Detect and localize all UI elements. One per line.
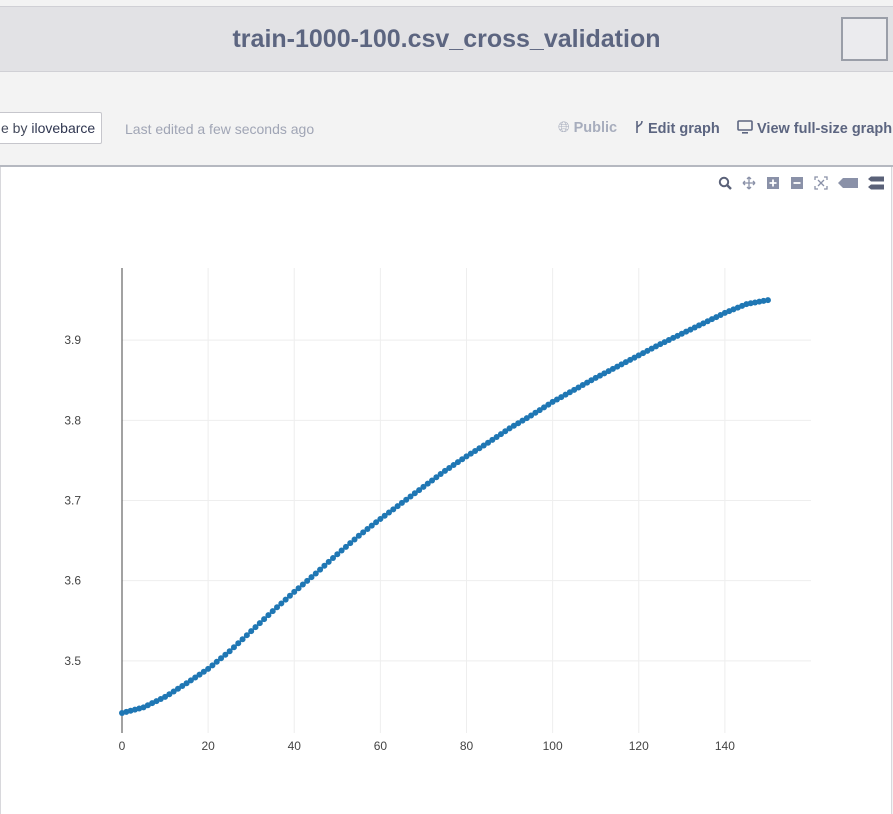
edit-graph-link[interactable]: Edit graph <box>635 120 720 138</box>
title-bar: train-1000-100.csv_cross_validation <box>0 6 893 72</box>
data-point[interactable] <box>764 297 771 304</box>
x-tick-label: 40 <box>288 739 302 753</box>
x-tick-label: 100 <box>543 739 563 753</box>
y-tick-label: 3.6 <box>64 574 81 588</box>
page-title: train-1000-100.csv_cross_validation <box>232 25 661 53</box>
view-full-size-link[interactable]: View full-size graph <box>737 120 892 138</box>
x-tick-label: 80 <box>460 739 474 753</box>
line-chart[interactable]: 0 20 40 60 80 100 120 140 3.5 3.6 3.7 3.8 3.9 <box>1 167 891 814</box>
public-label: Public <box>573 120 618 136</box>
y-tick-label: 3.5 <box>64 654 81 668</box>
x-tick-label: 120 <box>629 739 649 753</box>
last-edited-text: Last edited a few seconds ago <box>125 121 315 137</box>
plot-area: 0 20 40 60 80 100 120 140 3.5 3.6 3.7 3.8 3.9 <box>0 167 892 814</box>
x-tick-label: 60 <box>374 739 388 753</box>
graph-info-bar: e by ilovebarce Last edited a few second… <box>0 72 893 166</box>
globe-icon: 🌐︎ <box>558 120 570 136</box>
x-tick-label: 20 <box>201 739 215 753</box>
y-tick-label: 3.8 <box>64 413 81 427</box>
x-tick-label: 140 <box>715 739 735 753</box>
y-tick-label: 3.7 <box>64 494 81 508</box>
author-button[interactable]: e by ilovebarce <box>0 112 103 144</box>
fork-icon <box>635 120 644 138</box>
edit-graph-label: Edit graph <box>648 121 720 137</box>
axes: 0 20 40 60 80 100 120 140 3.5 3.6 3.7 3.8 3.9 <box>64 268 735 753</box>
author-name: ilovebarce <box>31 120 96 136</box>
view-full-size-label: View full-size graph <box>757 121 893 137</box>
y-tick-label: 3.9 <box>64 333 81 347</box>
author-prefix: e by <box>1 120 32 136</box>
series-trace[interactable] <box>119 297 771 716</box>
series-line[interactable] <box>121 299 769 714</box>
title-placeholder-box[interactable] <box>841 17 888 61</box>
x-tick-label: 0 <box>119 739 126 753</box>
monitor-icon <box>737 120 753 138</box>
public-link[interactable]: 🌐︎ Public <box>558 120 617 136</box>
grid-lines <box>122 268 811 733</box>
